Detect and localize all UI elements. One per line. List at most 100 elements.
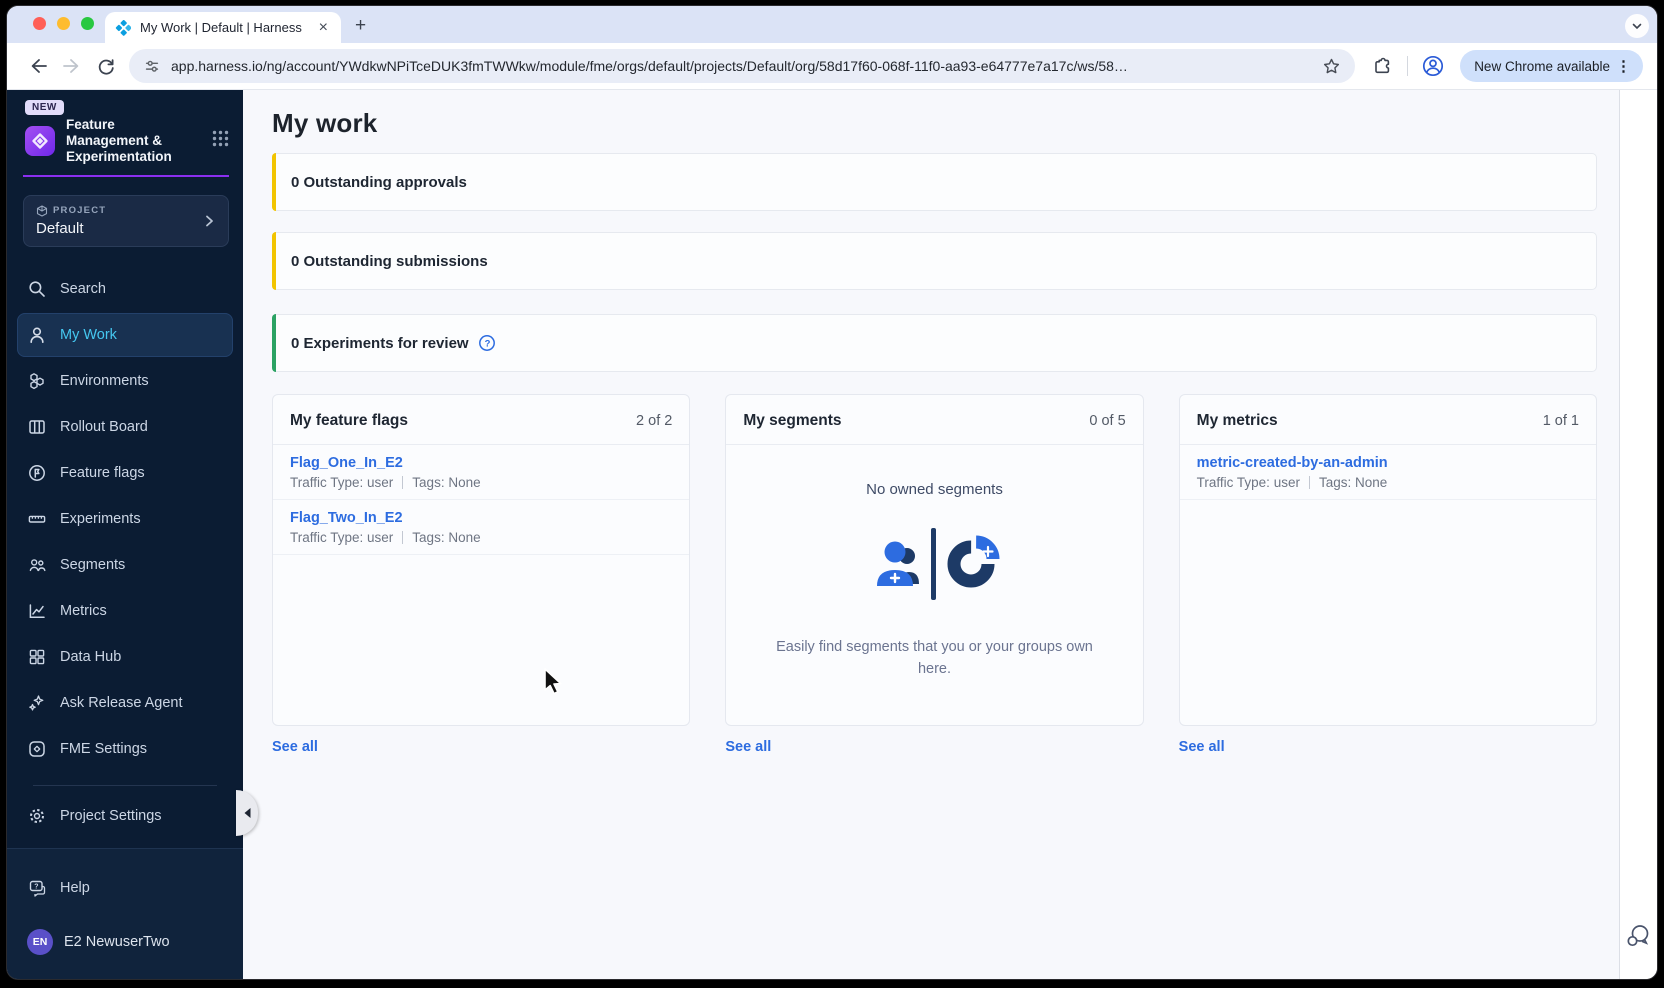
ruler-icon: [27, 509, 47, 529]
sidebar-item-label: Rollout Board: [60, 418, 148, 435]
user-name: E2 NewuserTwo: [64, 934, 170, 950]
user-icon: [27, 325, 47, 345]
feature-flags-card: My feature flags 2 of 2 Flag_One_In_E2 T…: [272, 394, 691, 726]
card-title: My segments: [743, 412, 842, 429]
people-icon: [27, 555, 47, 575]
new-tab-button[interactable]: +: [355, 15, 366, 37]
back-button[interactable]: [21, 49, 55, 83]
sidebar-item-label: Segments: [60, 556, 126, 573]
sidebar-item-label: Ask Release Agent: [60, 694, 183, 711]
browser-window: My Work | Default | Harness × + app.harn…: [7, 6, 1657, 979]
profile-icon[interactable]: [1416, 49, 1450, 83]
extensions-icon[interactable]: [1365, 49, 1399, 83]
project-label: PROJECT: [53, 205, 107, 217]
sidebar-item-experiments[interactable]: Experiments: [17, 497, 233, 541]
sidebar-item-segments[interactable]: Segments: [17, 543, 233, 587]
chevron-down-icon: [1632, 23, 1642, 30]
url-bar[interactable]: app.harness.io/ng/account/YWdkwNPiTceDUK…: [129, 49, 1356, 83]
tab-close-icon[interactable]: ×: [316, 19, 331, 36]
sidebar-item-label: Data Hub: [60, 648, 122, 665]
app-title: Feature Management & Experimentation: [66, 117, 172, 165]
chrome-update-label: New Chrome available: [1474, 58, 1610, 74]
tags: Tags: None: [412, 475, 481, 490]
toolbar-divider: [1407, 56, 1409, 76]
tab-title: My Work | Default | Harness: [140, 20, 302, 35]
sidebar-item-feature-flags[interactable]: Feature flags: [17, 451, 233, 495]
meta-divider: [1308, 476, 1310, 489]
metric-row: metric-created-by-an-admin Traffic Type:…: [1179, 445, 1596, 500]
empty-state-caption: Easily find segments that you or your gr…: [776, 639, 1093, 677]
module-grid-icon[interactable]: [212, 130, 229, 152]
meta-divider: [402, 476, 404, 489]
help-tooltip-icon[interactable]: ?: [478, 334, 496, 352]
url-text[interactable]: app.harness.io/ng/account/YWdkwNPiTceDUK…: [171, 58, 1314, 74]
sidebar-item-project-settings[interactable]: Project Settings: [17, 794, 233, 838]
sidebar-item-label: Environments: [60, 372, 149, 389]
svg-text:?: ?: [34, 884, 38, 891]
chat-widget-icon[interactable]: [1624, 922, 1652, 955]
reload-button[interactable]: [89, 49, 123, 83]
fme-settings-icon: [27, 739, 47, 759]
sidebar-item-fme-settings[interactable]: FME Settings: [17, 727, 233, 771]
gear-icon: [27, 806, 47, 826]
help-chat-icon: ?: [27, 878, 47, 898]
experiments-review-banner-label: 0 Experiments for review: [291, 334, 469, 352]
metrics-card: My metrics 1 of 1 metric-created-by-an-a…: [1178, 394, 1597, 726]
segments-card: My segments 0 of 5 No owned segments Eas…: [725, 394, 1144, 726]
data-hub-icon: [27, 647, 47, 667]
user-menu[interactable]: EN E2 NewuserTwo: [17, 921, 233, 963]
sidebar-item-data-hub[interactable]: Data Hub: [17, 635, 233, 679]
sidebar-item-ask-release-agent[interactable]: Ask Release Agent: [17, 681, 233, 725]
browser-menu-icon[interactable]: ⋮: [1610, 57, 1637, 75]
card-count: 1 of 1: [1542, 413, 1579, 429]
collapse-arrow-icon: [244, 808, 250, 818]
tags: Tags: None: [1318, 475, 1388, 490]
sidebar-item-search[interactable]: Search: [17, 267, 233, 311]
traffic-type: Traffic Type: user: [290, 475, 394, 490]
search-icon: [27, 279, 47, 299]
sidebar-item-label: My Work: [60, 326, 117, 343]
bookmark-star-icon[interactable]: [1322, 57, 1341, 76]
scrollbar-strip[interactable]: [1619, 90, 1657, 979]
flag-row: Flag_One_In_E2 Traffic Type: user Tags: …: [273, 445, 690, 500]
accent-underline: [23, 174, 229, 177]
help-button[interactable]: ? Help: [17, 867, 233, 909]
svg-text:?: ?: [484, 338, 490, 349]
sidebar-item-label: Experiments: [60, 510, 141, 527]
sparkle-icon: [27, 693, 47, 713]
forward-button[interactable]: [55, 49, 89, 83]
project-selector[interactable]: PROJECT Default: [23, 194, 229, 247]
close-window-button[interactable]: [33, 17, 46, 30]
sidebar-item-environments[interactable]: Environments: [17, 359, 233, 403]
sidebar-nav: Search My Work Environments Rollout Boar…: [7, 267, 243, 840]
approvals-banner-label: 0 Outstanding approvals: [291, 173, 467, 191]
see-all-segments-link[interactable]: See all: [725, 739, 1143, 755]
environments-icon: [27, 371, 47, 391]
project-name: Default: [36, 219, 84, 237]
sidebar-item-metrics[interactable]: Metrics: [17, 589, 233, 633]
minimize-window-button[interactable]: [57, 17, 70, 30]
see-all-metrics-link[interactable]: See all: [1179, 739, 1597, 755]
tab-search-chevron-button[interactable]: [1625, 14, 1649, 38]
card-count: 0 of 5: [1089, 413, 1126, 429]
fme-app-logo-icon: [23, 124, 57, 158]
summary-cards: My feature flags 2 of 2 Flag_One_In_E2 T…: [272, 394, 1597, 755]
segments-empty-state: No owned segments Easily find segments t…: [726, 445, 1142, 725]
chevron-right-icon: [202, 214, 216, 228]
empty-state-heading: No owned segments: [866, 481, 1003, 498]
browser-tab[interactable]: My Work | Default | Harness ×: [105, 12, 341, 43]
help-label: Help: [60, 880, 90, 896]
chrome-update-chip[interactable]: New Chrome available ⋮: [1460, 50, 1643, 82]
site-info-icon[interactable]: [143, 57, 161, 75]
sidebar-item-my-work[interactable]: My Work: [17, 312, 233, 357]
flag-link[interactable]: Flag_Two_In_E2: [290, 510, 672, 526]
sidebar-item-rollout-board[interactable]: Rollout Board: [17, 405, 233, 449]
flag-link[interactable]: Flag_One_In_E2: [290, 455, 672, 471]
tags: Tags: None: [412, 530, 481, 545]
maximize-window-button[interactable]: [81, 17, 94, 30]
submissions-banner-label: 0 Outstanding submissions: [291, 252, 488, 270]
see-all-flags-link[interactable]: See all: [272, 739, 690, 755]
board-columns-icon: [27, 417, 47, 437]
project-cube-icon: [36, 205, 48, 217]
metric-link[interactable]: metric-created-by-an-admin: [1197, 455, 1579, 471]
